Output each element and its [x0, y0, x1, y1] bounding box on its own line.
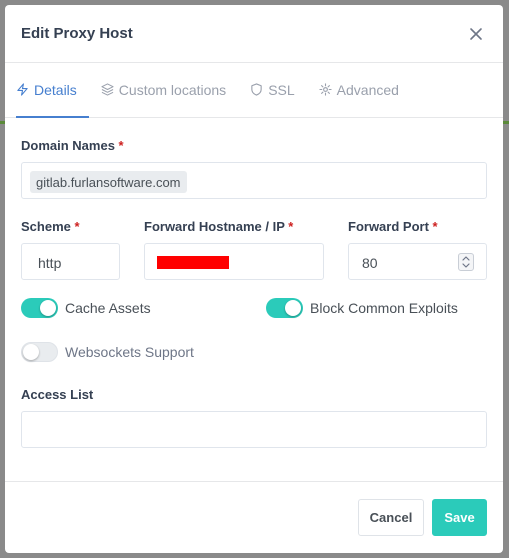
forward-hostname-label-text: Forward Hostname / IP — [144, 219, 285, 234]
scheme-value: http — [38, 255, 62, 271]
required-marker: * — [74, 219, 80, 234]
tab-details-label: Details — [34, 81, 77, 98]
access-list-label: Access List — [21, 387, 94, 402]
websockets-support-toggle[interactable] — [21, 342, 58, 362]
domain-names-label-text: Domain Names — [21, 138, 115, 153]
access-list-select[interactable] — [21, 411, 487, 448]
domain-chip[interactable]: gitlab.furlansoftware.com — [30, 171, 187, 193]
stepper-arrows-icon — [462, 256, 470, 268]
tab-ssl-label: SSL — [268, 81, 295, 98]
tab-bar: Details Custom locations SSL Advanced — [5, 63, 503, 118]
forward-port-label: Forward Port * — [348, 219, 438, 234]
forward-hostname-label: Forward Hostname / IP * — [144, 219, 293, 234]
save-button[interactable]: Save — [432, 499, 487, 536]
cache-assets-toggle[interactable] — [21, 298, 58, 318]
redaction-box — [157, 256, 229, 269]
gear-icon — [319, 83, 332, 96]
toggle-knob — [285, 300, 301, 316]
close-icon — [470, 27, 482, 40]
close-button[interactable] — [467, 25, 485, 43]
modal-header: Edit Proxy Host — [5, 5, 503, 63]
domain-names-label: Domain Names * — [21, 138, 124, 153]
port-stepper[interactable] — [458, 253, 474, 271]
modal-footer: Cancel Save — [5, 481, 503, 553]
forward-port-value: 80 — [362, 255, 378, 271]
websockets-support-label: Websockets Support — [65, 344, 194, 360]
domain-names-input[interactable]: gitlab.furlansoftware.com — [21, 162, 487, 199]
layers-icon — [101, 83, 114, 96]
scheme-label-text: Scheme — [21, 219, 71, 234]
tab-custom-locations[interactable]: Custom locations — [101, 63, 238, 118]
required-marker: * — [288, 219, 294, 234]
toggle-knob — [40, 300, 56, 316]
cancel-button[interactable]: Cancel — [358, 499, 424, 536]
scheme-label: Scheme * — [21, 219, 80, 234]
tab-custom-locations-label: Custom locations — [118, 81, 227, 98]
required-marker: * — [118, 138, 124, 153]
shield-icon — [251, 83, 262, 96]
scheme-field[interactable]: http — [21, 243, 120, 280]
forward-port-label-text: Forward Port — [348, 219, 429, 234]
modal-title: Edit Proxy Host — [21, 25, 133, 42]
toggle-knob — [23, 344, 39, 360]
tab-advanced[interactable]: Advanced — [319, 63, 411, 118]
tab-advanced-label: Advanced — [336, 81, 399, 98]
forward-hostname-field[interactable] — [144, 243, 324, 280]
block-common-exploits-label: Block Common Exploits — [310, 300, 458, 316]
forward-port-field[interactable]: 80 — [348, 243, 487, 280]
zap-icon — [17, 83, 28, 96]
block-common-exploits-toggle[interactable] — [266, 298, 303, 318]
tab-details[interactable]: Details — [16, 63, 89, 118]
edit-proxy-host-modal: Edit Proxy Host Details Custom locations… — [5, 5, 503, 553]
required-marker: * — [432, 219, 438, 234]
tab-ssl[interactable]: SSL — [250, 63, 306, 118]
cache-assets-label: Cache Assets — [65, 300, 151, 316]
